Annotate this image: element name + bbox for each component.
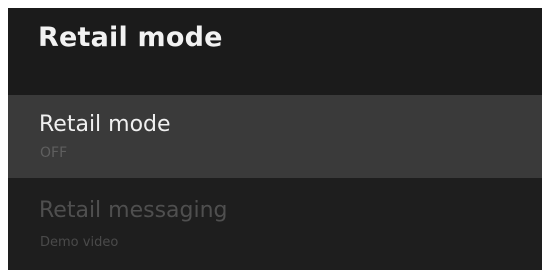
retail-mode-setting-title: Retail mode [39, 112, 171, 137]
retail-messaging-setting-value: Demo video [40, 235, 119, 250]
settings-header: Retail mode [8, 8, 542, 95]
retail-messaging-setting: Retail messaging Demo video [8, 178, 542, 270]
page-title: Retail mode [38, 22, 223, 53]
retail-messaging-setting-title: Retail messaging [39, 198, 228, 223]
retail-mode-settings-screen: Retail mode Retail mode OFF Retail messa… [8, 8, 542, 270]
settings-list: Retail mode OFF Retail messaging Demo vi… [8, 95, 542, 270]
retail-mode-setting-value: OFF [40, 145, 68, 161]
retail-mode-setting[interactable]: Retail mode OFF [8, 95, 542, 178]
